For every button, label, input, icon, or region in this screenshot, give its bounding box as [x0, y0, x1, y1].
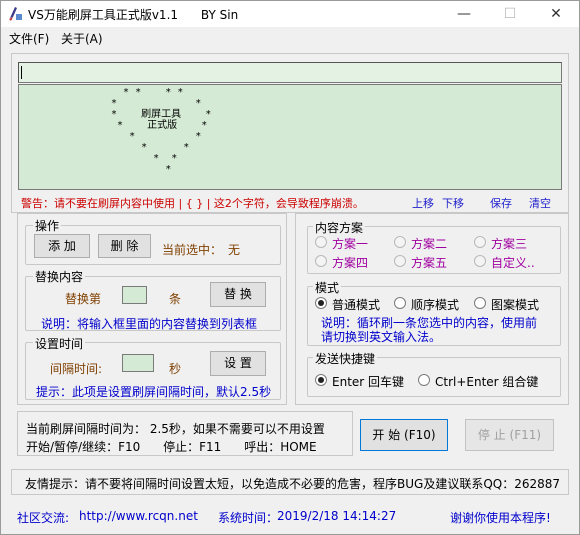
maximize-icon: ☐: [503, 6, 517, 22]
maximize-button[interactable]: ☐: [487, 1, 533, 27]
start-button[interactable]: 开 始 (F10): [360, 419, 448, 451]
plan-5-radio[interactable]: [394, 255, 406, 267]
plan-1-label[interactable]: 方案一: [332, 235, 368, 252]
plan-custom-label[interactable]: 自定义..: [491, 254, 535, 271]
mode-normal-label[interactable]: 普通模式: [332, 296, 380, 313]
interval-label: 间隔时间:: [50, 362, 103, 376]
content-list[interactable]: * * * * * * * 刷屏工具 * * 正式版 * * * * * * *…: [18, 84, 562, 190]
warning-text: 警告：请不要在刷屏内容中使用 | { } | 这2个字符，会导致程序崩溃。: [21, 197, 364, 210]
replace-note: 说明：将输入框里面的内容替换到列表框: [41, 317, 258, 331]
interval-note: 提示：此项是设置刷屏间隔时间，默认2.5秒: [36, 385, 272, 399]
mode-sequential-label[interactable]: 顺序模式: [411, 296, 459, 313]
plan-2-radio[interactable]: [394, 236, 406, 248]
community-link[interactable]: http://www.rcqn.net: [79, 509, 198, 523]
content-input[interactable]: [18, 62, 562, 83]
app-icon: [9, 7, 22, 21]
operation-legend: 操作: [33, 217, 62, 234]
move-down-button[interactable]: 下移: [442, 195, 464, 211]
menu-bar: 文件(F) 关于(A): [1, 27, 579, 47]
move-up-button[interactable]: 上移: [412, 195, 434, 211]
content-plan-legend: 内容方案: [313, 219, 366, 236]
hotkeys-status: 开始/暂停/继续：F10 停止：F11 呼出：HOME: [26, 440, 317, 454]
system-time-label: 系统时间：: [218, 511, 279, 525]
ctrl-enter-label[interactable]: Ctrl+Enter 组合键: [435, 373, 538, 390]
window-title: VS万能刷屏工具正式版v1.1 BY Sin: [28, 8, 239, 22]
menu-about[interactable]: 关于(A): [61, 30, 103, 47]
minimize-button[interactable]: —: [441, 1, 487, 27]
current-selection-value: 无: [228, 243, 241, 257]
replace-legend: 替换内容: [33, 268, 86, 285]
plan-5-label[interactable]: 方案五: [411, 254, 447, 271]
stop-button[interactable]: 停 止 (F11): [465, 419, 554, 451]
enter-key-radio[interactable]: [315, 374, 327, 386]
enter-key-label[interactable]: Enter 回车键: [332, 373, 404, 390]
send-key-legend: 发送快捷键: [313, 350, 378, 367]
plan-4-label[interactable]: 方案四: [332, 254, 368, 271]
interval-legend: 设置时间: [33, 335, 86, 352]
text-caret: [21, 66, 22, 79]
mode-legend: 模式: [313, 279, 342, 296]
plan-custom-radio[interactable]: [474, 255, 486, 267]
community-label: 社区交流:: [17, 511, 70, 525]
replace-prefix-label: 替换第: [65, 292, 102, 306]
menu-file[interactable]: 文件(F): [9, 30, 49, 47]
set-interval-button[interactable]: 设 置: [210, 351, 266, 376]
mode-sequential-radio[interactable]: [394, 297, 406, 309]
friendly-tip: 友情提示：请不要将间隔时间设置太短，以免造成不必要的危害，程序BUG及建议联系Q…: [25, 477, 561, 491]
plan-3-label[interactable]: 方案三: [491, 235, 527, 252]
ctrl-enter-radio[interactable]: [418, 374, 430, 386]
mode-note: 说明：循环刷一条您选中的内容，使用前请切换到英文输入法。: [321, 316, 538, 344]
preview-pattern: * * * * * * * 刷屏工具 * * 正式版 * * * * * * *…: [111, 87, 212, 175]
plan-2-label[interactable]: 方案二: [411, 235, 447, 252]
clear-button[interactable]: 清空: [529, 195, 551, 211]
replace-index-input[interactable]: [122, 286, 147, 304]
replace-button[interactable]: 替 换: [210, 282, 266, 307]
interval-unit: 秒: [169, 362, 182, 376]
system-time-value: 2019/2/18 14:14:27: [277, 509, 397, 523]
title-bar[interactable]: VS万能刷屏工具正式版v1.1 BY Sin — ☐ ✕: [1, 1, 579, 27]
current-selection-label: 当前选中：: [162, 243, 223, 257]
add-button[interactable]: 添 加: [34, 234, 90, 258]
close-icon: ✕: [550, 6, 562, 22]
mode-normal-radio[interactable]: [315, 297, 327, 309]
minimize-icon: —: [457, 6, 471, 22]
close-button[interactable]: ✕: [533, 1, 579, 27]
interval-input[interactable]: [122, 354, 154, 372]
delete-button[interactable]: 删 除: [98, 234, 151, 258]
plan-1-radio[interactable]: [315, 236, 327, 248]
mode-pattern-radio[interactable]: [474, 297, 486, 309]
replace-suffix-label: 条: [169, 292, 182, 306]
app-window: VS万能刷屏工具正式版v1.1 BY Sin — ☐ ✕ 文件(F) 关于(A)…: [0, 0, 580, 535]
plan-4-radio[interactable]: [315, 255, 327, 267]
interval-status: 当前刷屏间隔时间为： 2.5秒，如果不需要可以不用设置: [26, 422, 325, 436]
mode-pattern-label[interactable]: 图案模式: [491, 296, 539, 313]
thanks-text: 谢谢你使用本程序!: [450, 511, 551, 525]
plan-3-radio[interactable]: [474, 236, 486, 248]
save-button[interactable]: 保存: [490, 195, 512, 211]
